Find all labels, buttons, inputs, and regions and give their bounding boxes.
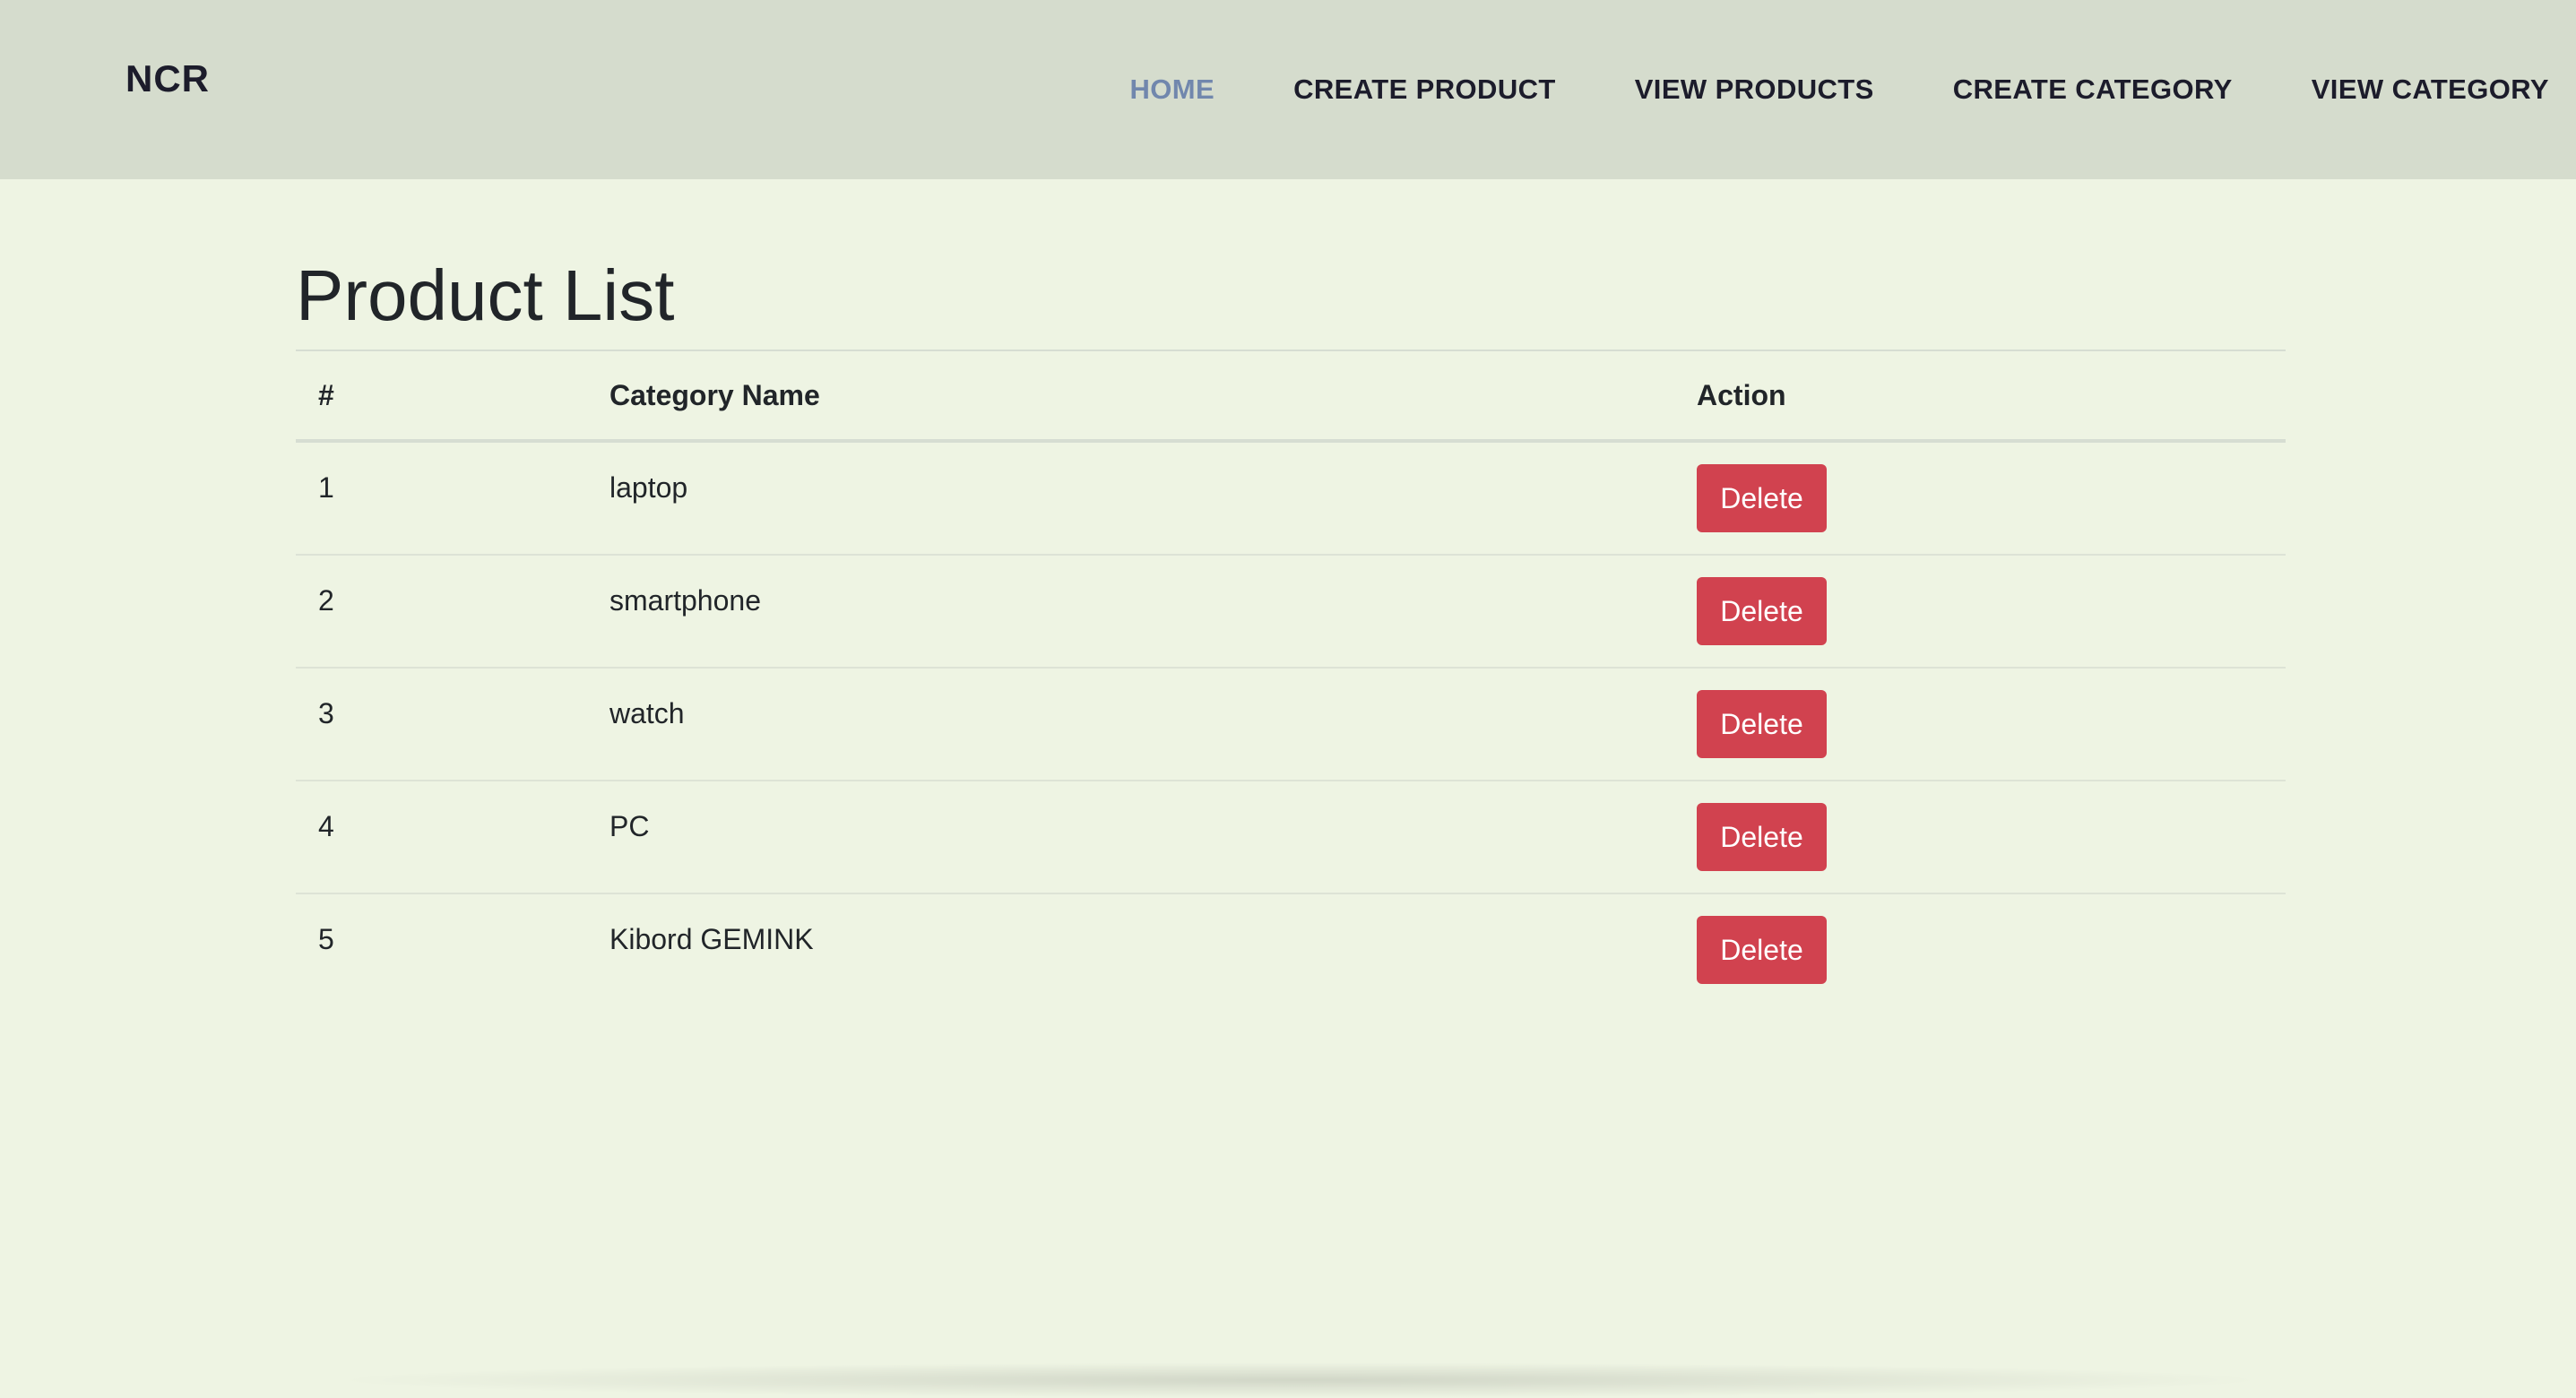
delete-button[interactable]: Delete xyxy=(1697,464,1827,532)
table-row: 4 PC Delete xyxy=(296,781,2286,894)
row-category-name: smartphone xyxy=(609,584,761,617)
row-category-name: laptop xyxy=(609,471,688,504)
navbar: NCR HOME CREATE PRODUCT VIEW PRODUCTS CR… xyxy=(0,0,2576,179)
nav-link-home[interactable]: HOME xyxy=(1129,73,1215,106)
row-category-name: Kibord GEMINK xyxy=(609,923,814,955)
row-name-cell: PC xyxy=(587,781,1674,894)
table-header-row: # Category Name Action xyxy=(296,350,2286,443)
nav-links: HOME CREATE PRODUCT VIEW PRODUCTS CREATE… xyxy=(1129,72,2576,108)
main-content: Product List # Category Name Action 1 la… xyxy=(296,260,2286,1005)
row-name-cell: laptop xyxy=(587,441,1674,556)
row-number: 1 xyxy=(318,471,334,504)
footer-shadow xyxy=(323,1362,2277,1398)
delete-button[interactable]: Delete xyxy=(1697,916,1827,984)
row-number: 2 xyxy=(318,584,334,617)
row-action-cell: Delete xyxy=(1674,555,2286,669)
row-action-cell: Delete xyxy=(1674,893,2286,1005)
header-action: Action xyxy=(1674,350,2286,443)
table-row: 2 smartphone Delete xyxy=(296,555,2286,669)
row-action-cell: Delete xyxy=(1674,781,2286,894)
delete-button[interactable]: Delete xyxy=(1697,803,1827,871)
row-action-cell: Delete xyxy=(1674,668,2286,781)
header-number: # xyxy=(296,350,587,443)
page-title: Product List xyxy=(296,255,675,335)
table-row: 1 laptop Delete xyxy=(296,441,2286,556)
row-number-cell: 1 xyxy=(296,441,587,556)
row-number: 4 xyxy=(318,810,334,842)
row-category-name: PC xyxy=(609,810,650,842)
table-row: 3 watch Delete xyxy=(296,668,2286,781)
product-table: # Category Name Action 1 laptop Delete 2… xyxy=(296,350,2286,1005)
row-number-cell: 5 xyxy=(296,893,587,1005)
nav-link-create-category[interactable]: CREATE CATEGORY xyxy=(1953,73,2233,106)
brand-logo[interactable]: NCR xyxy=(125,57,210,100)
row-number: 3 xyxy=(318,697,334,729)
row-action-cell: Delete xyxy=(1674,441,2286,556)
row-number-cell: 2 xyxy=(296,555,587,669)
header-category-name: Category Name xyxy=(587,350,1674,443)
row-name-cell: smartphone xyxy=(587,555,1674,669)
nav-link-create-product[interactable]: CREATE PRODUCT xyxy=(1293,73,1556,106)
row-name-cell: Kibord GEMINK xyxy=(587,893,1674,1005)
row-number: 5 xyxy=(318,923,334,955)
nav-link-view-category[interactable]: VIEW CATEGORY xyxy=(2312,73,2549,106)
table-row: 5 Kibord GEMINK Delete xyxy=(296,893,2286,1005)
row-name-cell: watch xyxy=(587,668,1674,781)
row-number-cell: 3 xyxy=(296,668,587,781)
row-category-name: watch xyxy=(609,697,685,729)
delete-button[interactable]: Delete xyxy=(1697,690,1827,758)
nav-link-view-products[interactable]: VIEW PRODUCTS xyxy=(1635,73,1874,106)
delete-button[interactable]: Delete xyxy=(1697,577,1827,645)
row-number-cell: 4 xyxy=(296,781,587,894)
